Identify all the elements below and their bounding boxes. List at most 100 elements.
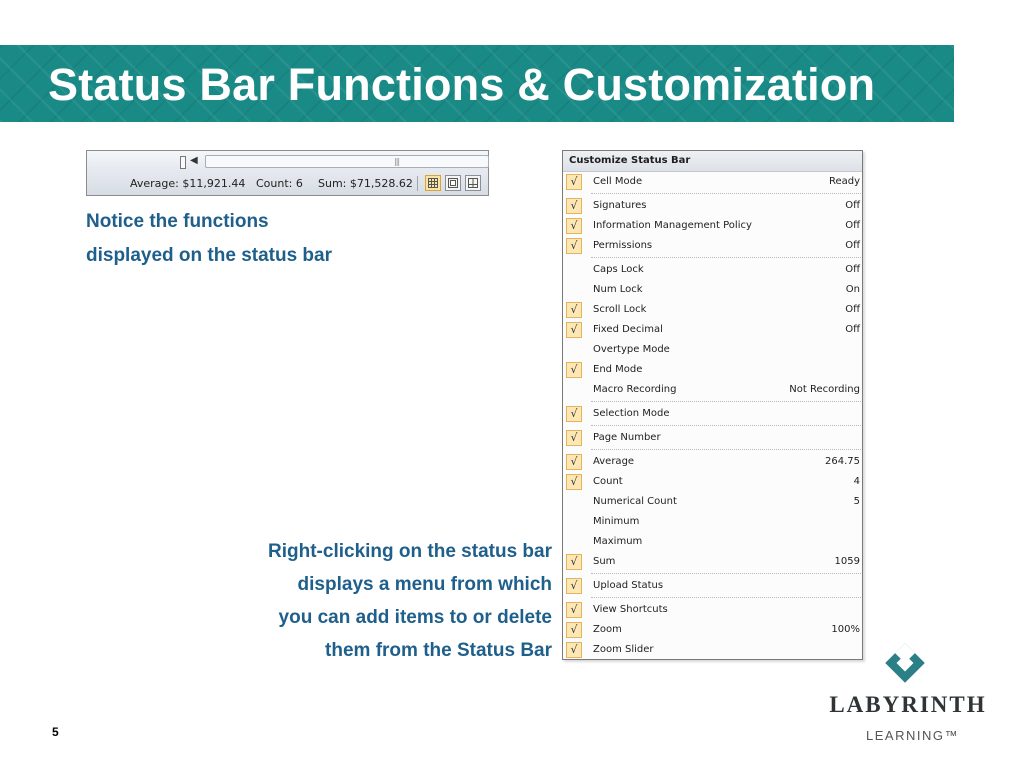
menu-item-label: Average	[593, 456, 635, 467]
menu-item-value: Off	[845, 304, 860, 315]
slide-title: Status Bar Functions & Customization	[48, 59, 876, 110]
checkmark-icon: √	[566, 362, 582, 378]
menu-item-label: Sum	[593, 556, 616, 567]
logo-wordmark: LABYRINTH	[829, 692, 987, 717]
page-break-preview-icon[interactable]	[465, 175, 481, 191]
menu-separator	[591, 425, 861, 426]
notice-line: displayed on the status bar	[86, 245, 332, 266]
menu-item-label: Maximum	[593, 536, 643, 547]
labyrinth-logo-icon	[885, 643, 925, 683]
menu-item-value: 100%	[831, 624, 860, 635]
menu-item-label: Cell Mode	[593, 176, 643, 187]
menu-item-label: View Shortcuts	[593, 604, 668, 615]
checkmark-icon: √	[566, 198, 582, 214]
checkmark-icon: √	[566, 174, 582, 190]
menu-title: Customize Status Bar	[563, 151, 862, 172]
normal-view-icon[interactable]	[425, 175, 441, 191]
horizontal-scrollbar[interactable]: |||	[205, 155, 489, 168]
menu-item[interactable]: Minimum	[563, 512, 862, 532]
menu-item-label: Information Management Policy	[593, 220, 752, 231]
menu-separator	[591, 449, 861, 450]
status-divider	[417, 176, 418, 191]
caption-line: displays a menu from which	[297, 574, 552, 595]
menu-item-value: 264.75	[825, 456, 860, 467]
checkmark-icon: √	[566, 554, 582, 570]
checkmark-icon: √	[566, 406, 582, 422]
status-bar-values[interactable]: Average: $11,921.44 Count: 6 Sum: $71,52…	[87, 172, 488, 195]
menu-item[interactable]: Num Lock On	[563, 280, 862, 300]
caption-line: Right-clicking on the status bar	[268, 541, 552, 562]
menu-item-label: Minimum	[593, 516, 640, 527]
menu-item[interactable]: √ Cell Mode Ready	[563, 172, 862, 192]
notice-caption: Notice the functions displayed on the st…	[86, 205, 332, 273]
right-click-caption: Right-clicking on the status bar display…	[190, 535, 552, 667]
menu-item-label: Selection Mode	[593, 408, 670, 419]
menu-item-label: Caps Lock	[593, 264, 644, 275]
menu-item[interactable]: √ Zoom 100%	[563, 620, 862, 640]
menu-item[interactable]: √ Average 264.75	[563, 452, 862, 472]
menu-item-value: Off	[845, 264, 860, 275]
customize-status-bar-menu: Customize Status Bar √ Cell Mode Ready √ Sig…	[562, 150, 863, 660]
tab-split-handle[interactable]	[180, 156, 186, 169]
title-band: Status Bar Functions & Customization	[0, 45, 954, 122]
menu-item[interactable]: Maximum	[563, 532, 862, 552]
menu-item[interactable]: √ Fixed Decimal Off	[563, 320, 862, 340]
status-bar-screenshot: ◀ ||| Average: $11,921.44 Count: 6 Sum: …	[86, 150, 489, 196]
menu-item[interactable]: √ Selection Mode	[563, 404, 862, 424]
checkmark-icon: √	[566, 642, 582, 658]
menu-item[interactable]: Caps Lock Off	[563, 260, 862, 280]
sheet-tab-scroll-row: ◀ |||	[87, 151, 489, 173]
menu-item-label: End Mode	[593, 364, 643, 375]
page-layout-view-icon[interactable]	[445, 175, 461, 191]
menu-item-label: Numerical Count	[593, 496, 677, 507]
menu-item-label: Zoom Slider	[593, 644, 654, 655]
menu-item[interactable]: √ Signatures Off	[563, 196, 862, 216]
menu-item-label: Count	[593, 476, 623, 487]
menu-item-label: Permissions	[593, 240, 653, 251]
menu-item[interactable]: √ View Shortcuts	[563, 600, 862, 620]
menu-separator	[591, 573, 861, 574]
menu-item[interactable]: √ Page Number	[563, 428, 862, 448]
menu-item[interactable]: √ Upload Status	[563, 576, 862, 596]
checkmark-icon: √	[566, 322, 582, 338]
page-number: 5	[52, 725, 59, 739]
menu-item[interactable]: √ Permissions Off	[563, 236, 862, 256]
menu-item[interactable]: √ End Mode	[563, 360, 862, 380]
checkmark-icon: √	[566, 218, 582, 234]
menu-item-label: Overtype Mode	[593, 344, 670, 355]
menu-item-label: Fixed Decimal	[593, 324, 663, 335]
menu-item-value: 5	[853, 496, 860, 507]
checkmark-icon: √	[566, 454, 582, 470]
menu-item-label: Zoom	[593, 624, 622, 635]
checkmark-icon: √	[566, 238, 582, 254]
menu-separator	[591, 193, 861, 194]
checkmark-icon: √	[566, 474, 582, 490]
menu-item-value: Off	[845, 324, 860, 335]
menu-item[interactable]: Overtype Mode	[563, 340, 862, 360]
menu-item-value: Off	[845, 220, 860, 231]
menu-item[interactable]: Macro Recording Not Recording	[563, 380, 862, 400]
menu-separator	[591, 401, 861, 402]
menu-item-value: Off	[845, 200, 860, 211]
logo-subtitle: LEARNING™	[866, 728, 959, 743]
menu-item[interactable]: √ Count 4	[563, 472, 862, 492]
checkmark-icon: √	[566, 302, 582, 318]
menu-item-value: Off	[845, 240, 860, 251]
menu-item-value: 4	[853, 476, 860, 487]
notice-line: Notice the functions	[86, 211, 269, 232]
scroll-left-arrow-icon[interactable]: ◀	[190, 155, 198, 166]
menu-item-label: Scroll Lock	[593, 304, 647, 315]
menu-item-value: Ready	[828, 176, 860, 187]
menu-separator	[591, 597, 861, 598]
caption-line: them from the Status Bar	[325, 640, 552, 661]
menu-item-value: On	[845, 284, 860, 295]
status-sum: Sum: $71,528.62	[318, 177, 413, 190]
menu-item[interactable]: √ Scroll Lock Off	[563, 300, 862, 320]
menu-item[interactable]: Numerical Count 5	[563, 492, 862, 512]
checkmark-icon: √	[566, 622, 582, 638]
menu-item[interactable]: √ Sum 1059	[563, 552, 862, 572]
menu-item[interactable]: √ Zoom Slider	[563, 640, 862, 660]
menu-item-value: 1059	[834, 556, 860, 567]
status-count: Count: 6	[256, 177, 303, 190]
menu-item[interactable]: √ Information Management Policy Off	[563, 216, 862, 236]
